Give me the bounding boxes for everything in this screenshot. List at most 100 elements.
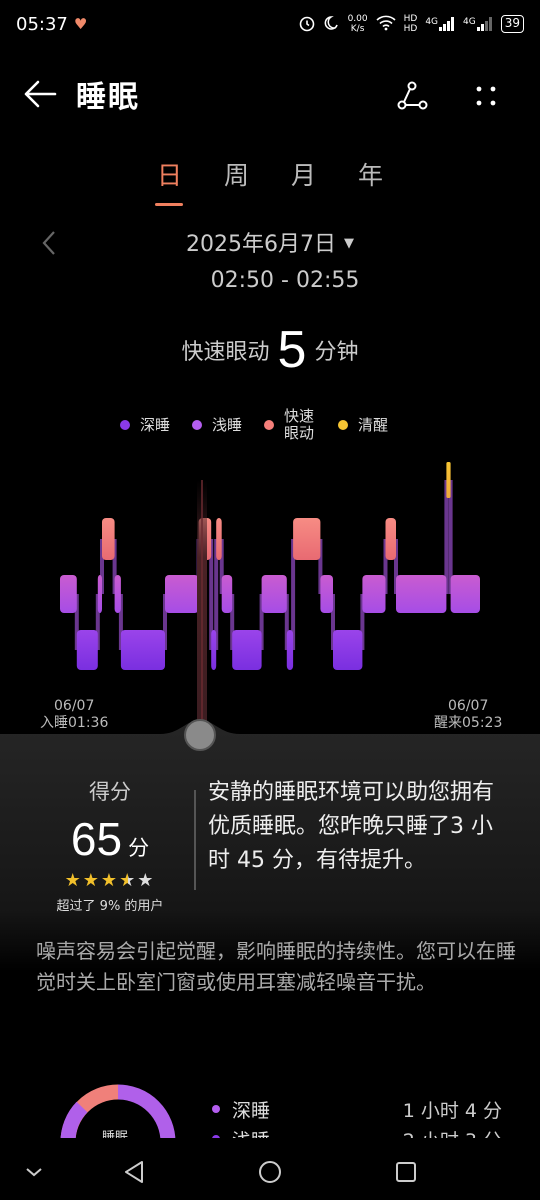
page-title: 睡眠	[76, 80, 140, 115]
legend-awake: 清醒	[338, 415, 389, 434]
sleep-segment	[211, 630, 217, 670]
sleep-stage-chart[interactable]	[0, 440, 540, 740]
status-bar: 05:37 ♥ 0.00 K/s HD HD 4G 4G 39	[0, 0, 540, 48]
legend-label: 深睡	[140, 415, 171, 434]
sleep-segment	[362, 575, 386, 613]
share-icon	[397, 81, 428, 110]
sleep-segment	[76, 630, 98, 670]
chevron-down-icon	[26, 1168, 42, 1177]
stage-label: 快速眼动	[181, 340, 270, 365]
wifi-icon	[376, 15, 396, 34]
signal-1-label: 4G	[425, 17, 439, 27]
circle-home-icon	[259, 1161, 281, 1183]
star-rating: ★★★★★	[40, 870, 180, 891]
sleep-segment	[97, 575, 102, 613]
wake-date: 06/07	[448, 698, 489, 714]
chart-segments	[60, 462, 480, 670]
sleep-segment	[120, 630, 165, 670]
sleep-segment	[396, 575, 447, 613]
more-options-button[interactable]	[462, 72, 510, 120]
app-bar: 睡眠	[0, 64, 540, 124]
sleep-segment	[221, 575, 233, 613]
sleep-start-date: 06/07	[54, 698, 95, 714]
date-selector[interactable]: 2025年6月7日 ▼	[0, 226, 540, 258]
legend-label: 快速眼动	[284, 407, 315, 442]
hd-label-1: HD	[403, 14, 418, 24]
signal-1: 4G	[425, 17, 455, 31]
breakdown-dot	[212, 1105, 220, 1113]
legend-dot	[264, 420, 275, 430]
legend-label: 浅睡	[212, 415, 243, 434]
tab-month[interactable]: 月	[270, 156, 337, 206]
sleep-segment	[216, 518, 222, 560]
caret-down-icon: ▼	[343, 236, 354, 251]
period-tabs: 日 周 月 年	[136, 156, 404, 206]
heart-monitor-icon: ♥	[73, 15, 88, 33]
alarm-icon	[298, 14, 316, 35]
nav-back-button[interactable]	[114, 1156, 154, 1188]
back-button[interactable]	[10, 64, 70, 124]
sleep-segment	[261, 575, 287, 613]
signal-bars-icon	[476, 17, 492, 31]
tab-day[interactable]: 日	[136, 156, 203, 206]
breakdown-row-deep: 深睡 1 小时 4 分	[212, 1094, 502, 1124]
star-icon: ★	[137, 870, 156, 891]
score-value-row: 65 分	[40, 812, 180, 866]
star-icon: ★	[119, 870, 138, 891]
sleep-score: 得分 65 分 ★★★★★ 超过了 9% 的用户	[40, 776, 180, 914]
star-icon: ★	[100, 870, 120, 891]
network-speed-value: 0.00	[347, 14, 368, 24]
legend-dot	[192, 420, 203, 430]
star-icon: ★	[64, 870, 83, 891]
legend-label: 清醒	[358, 415, 389, 434]
score-label: 得分	[89, 780, 131, 804]
network-speed: 0.00 K/s	[348, 14, 368, 34]
sleep-segment	[333, 630, 363, 670]
signal-2: 4G	[463, 17, 493, 31]
legend-dot	[120, 420, 130, 430]
more-dots-icon	[476, 86, 496, 106]
score-unit: 分	[128, 836, 150, 860]
sleep-segment	[446, 462, 451, 498]
sleep-tip: 噪声容易会引起觉醒，影响睡眠的持续性。您可以在睡觉时关上卧室门窗或使用耳塞减轻噪…	[36, 939, 516, 994]
legend-light-sleep: 浅睡	[192, 415, 243, 434]
tab-week[interactable]: 周	[203, 156, 270, 206]
hd-label-2: HD	[403, 24, 418, 34]
content-cutoff	[0, 1138, 540, 1146]
sleep-segment	[385, 518, 396, 560]
sleep-segment	[320, 575, 333, 613]
chart-connectors	[74, 480, 453, 650]
signal-bars-icon	[439, 17, 455, 31]
nav-collapse-button[interactable]	[14, 1156, 54, 1188]
share-button[interactable]	[388, 72, 436, 120]
timeline-scrubber-handle[interactable]	[184, 719, 216, 751]
sleep-segment	[450, 575, 480, 613]
network-speed-unit: K/s	[350, 24, 365, 34]
score-divider	[194, 790, 196, 890]
legend-dot	[338, 420, 349, 430]
tab-year[interactable]: 年	[337, 156, 404, 206]
legend-rem: 快速眼动	[264, 408, 316, 442]
nav-recents-button[interactable]	[386, 1156, 426, 1188]
legend-deep-sleep: 深睡	[120, 415, 171, 434]
triangle-back-icon	[125, 1161, 143, 1183]
status-icons: 0.00 K/s HD HD 4G 4G 39	[298, 14, 524, 35]
star-icon: ★	[82, 870, 101, 891]
moon-icon	[324, 15, 340, 34]
sleep-segment	[293, 518, 321, 560]
sleep-advice: 安静的睡眠环境可以助您拥有优质睡眠。您昨晚只睡了3 小时 45 分，有待提升。	[208, 780, 495, 873]
hd-indicator: HD HD	[404, 14, 418, 34]
battery-indicator: 39	[500, 15, 524, 33]
breakdown-label: 深睡	[232, 1099, 271, 1122]
stage-duration-unit: 分钟	[314, 340, 359, 365]
stage-summary: 快速眼动 5 分钟	[0, 320, 540, 380]
status-time: 05:37	[16, 13, 68, 35]
chart-legend: 深睡 浅睡 快速眼动 清醒	[120, 408, 388, 442]
score-percentile: 超过了 9% 的用户	[56, 899, 164, 914]
arrow-left-icon	[24, 80, 57, 108]
nav-home-button[interactable]	[250, 1156, 290, 1188]
date-value: 2025年6月7日	[186, 232, 336, 257]
signal-2-label: 4G	[463, 17, 476, 27]
score-value: 65	[70, 813, 123, 865]
square-recents-icon	[396, 1162, 416, 1182]
